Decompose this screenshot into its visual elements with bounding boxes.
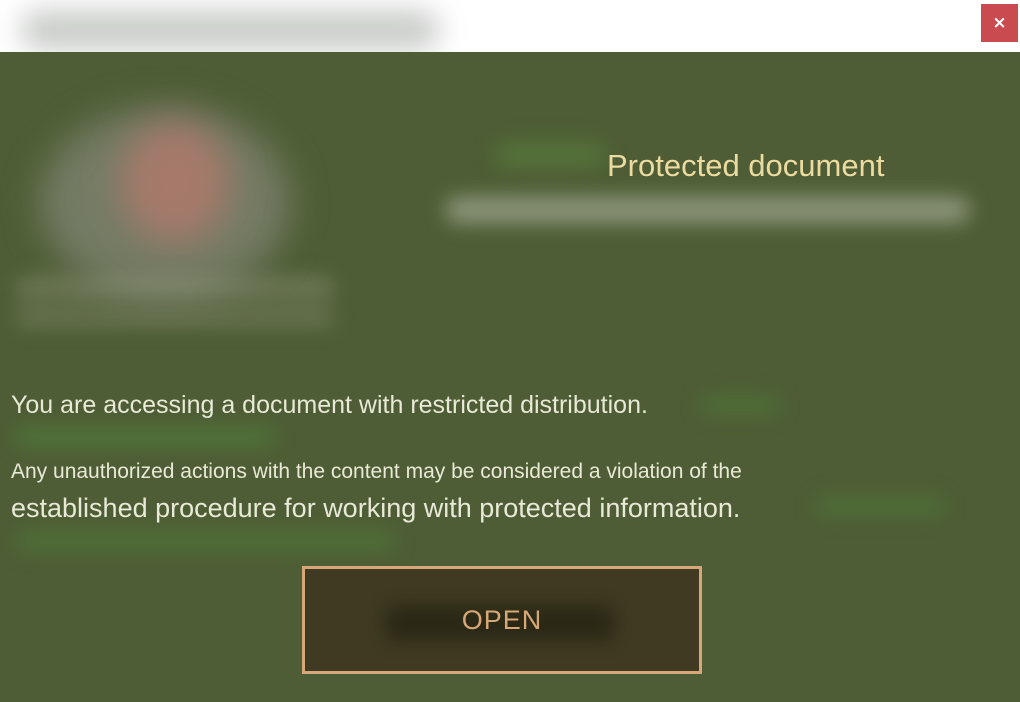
open-button-label: OPEN	[461, 604, 543, 635]
blurred-text-line	[495, 142, 605, 168]
app-window: × Protected document You are accessing a…	[0, 0, 1020, 702]
blurred-link-line	[15, 428, 275, 446]
restriction-notice: You are accessing a document with restri…	[11, 391, 648, 419]
blurred-text-line	[15, 277, 335, 299]
blurred-title-area	[20, 10, 440, 50]
blurred-text-line	[15, 307, 335, 327]
title-bar: ×	[0, 0, 1020, 52]
close-icon: ×	[992, 13, 1007, 33]
page-title: Protected document	[607, 148, 885, 183]
blurred-text-line	[445, 197, 970, 223]
blurred-emblem-center	[120, 122, 230, 242]
blurred-link-line	[15, 532, 395, 550]
warning-text-line-2: established procedure for working with p…	[11, 493, 741, 523]
protected-document-overlay: Protected document You are accessing a d…	[0, 52, 1020, 702]
blurred-link-line	[815, 497, 945, 515]
close-button[interactable]: ×	[981, 4, 1018, 42]
blurred-link-line	[700, 397, 780, 413]
warning-text-line-1: Any unauthorized actions with the conten…	[11, 460, 742, 483]
open-button[interactable]: OPEN	[302, 566, 702, 674]
